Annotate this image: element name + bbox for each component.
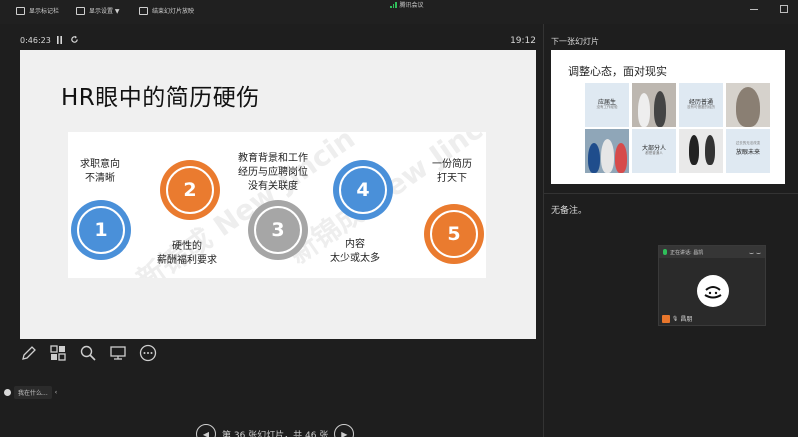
speaker-notes: 无备注。 — [551, 206, 588, 216]
bubble-number: 1 — [94, 219, 108, 241]
cell-subtitle: 都是普通人 — [645, 151, 663, 155]
cell-subtitle: 过去的无法改变 — [735, 141, 761, 145]
caption-line: 求职意向 — [80, 159, 120, 170]
speaker-video-tile[interactable]: 正在讲话: 昌凯 🎙 昌朋 — [658, 245, 766, 326]
caption-3: 教育背景和工作 经历与应聘岗位 没有关联度 — [238, 152, 308, 194]
audio-wave-icon — [749, 251, 761, 254]
speaking-status: 正在讲话: 昌凯 — [670, 249, 704, 256]
meeting-indicator[interactable]: 腾讯会议 — [390, 0, 424, 9]
slide-counter: 第 36 张幻灯片，共 46 张 — [222, 430, 329, 437]
photo-cell — [679, 129, 723, 173]
panel-divider — [543, 193, 798, 194]
caption-5: 一份简历 打天下 — [432, 158, 472, 186]
next-icon: ▶ — [341, 429, 348, 437]
caption-line: 经历与应聘岗位 — [238, 167, 308, 178]
caption-line: 一份简历 — [432, 159, 472, 170]
restore-icon[interactable] — [780, 5, 788, 13]
show-taskbar-button[interactable]: 显示标记栏 — [16, 6, 59, 15]
bubble-number: 4 — [356, 179, 370, 201]
clock: 19:12 — [510, 36, 536, 46]
bubble-number: 3 — [271, 219, 285, 241]
mic-icon: 🎙 — [672, 315, 679, 322]
taskbar-icon — [16, 6, 25, 15]
presenter-avatar-icon — [4, 388, 11, 396]
slides-grid-icon[interactable] — [49, 344, 67, 362]
grid-cell: 放眼未来 过去的无法改变 — [726, 129, 770, 173]
cell-title: 放眼未来 — [735, 149, 760, 156]
prev-slide-button[interactable]: ◀ — [196, 424, 216, 437]
next-slide-preview[interactable]: 调整心态，面对现实 应届生 没有工作经验 经历普通 没有可借鉴的经历 大部分人 … — [551, 50, 785, 184]
elapsed-time: 0:46:23 — [20, 36, 51, 45]
reset-icon[interactable] — [70, 35, 79, 46]
caption-line: 没有关联度 — [248, 181, 298, 192]
cell-subtitle: 没有可借鉴的经历 — [687, 105, 715, 109]
next-slide-grid: 应届生 没有工作经验 经历普通 没有可借鉴的经历 大部分人 都是普通人 放眼未来… — [585, 83, 770, 174]
bubble-4: 4 — [333, 160, 393, 220]
next-slide-title: 调整心态，面对现实 — [568, 65, 667, 78]
minimize-icon[interactable] — [750, 5, 758, 10]
bubble-number: 5 — [447, 223, 461, 245]
presenter-label: 我在什么... — [14, 385, 52, 399]
cell-subtitle: 没有工作经验 — [596, 105, 618, 109]
bubble-5: 5 — [424, 204, 484, 264]
signal-icon — [390, 1, 397, 8]
photo-cell — [726, 83, 770, 127]
window-controls — [750, 5, 788, 13]
current-slide[interactable]: HR眼中的简历硬伤 新锦成 New Jincin 新锦成 New Jincin … — [20, 50, 536, 339]
mic-icon — [663, 249, 667, 255]
grid-cell: 经历普通 没有可借鉴的经历 — [679, 83, 723, 127]
caption-line: 教育背景和工作 — [238, 153, 308, 164]
panel-divider — [543, 24, 544, 437]
bubble-1: 1 — [71, 200, 131, 260]
display-settings-button[interactable]: 显示设置 ▼ — [76, 6, 120, 15]
caption-4: 内容 太少或太多 — [330, 238, 380, 266]
bubble-number: 2 — [183, 179, 197, 201]
pen-icon[interactable] — [20, 344, 38, 362]
grid-cell: 大部分人 都是普通人 — [632, 129, 676, 173]
next-slide-label: 下一张幻灯片 — [551, 37, 599, 46]
slide-tools — [20, 344, 180, 364]
speaking-bar: 正在讲话: 昌凯 — [659, 246, 765, 258]
grid-cell: 应届生 没有工作经验 — [585, 83, 629, 127]
end-slideshow-button[interactable]: 结束幻灯片放映 — [139, 6, 194, 15]
bubble-3: 3 — [248, 200, 308, 260]
caption-line: 打天下 — [437, 173, 467, 184]
slide-graphic: 新锦成 New Jincin 新锦成 New Jincin 1 2 3 4 5 … — [68, 132, 486, 278]
bubble-2: 2 — [160, 160, 220, 220]
show-taskbar-label: 显示标记栏 — [29, 8, 60, 15]
photo-cell — [632, 83, 676, 127]
screen-icon[interactable] — [109, 344, 127, 362]
user-icon — [662, 314, 670, 323]
participant-name: 🎙 昌朋 — [662, 314, 692, 323]
slide-navigation: ◀ 第 36 张幻灯片，共 46 张 ▶ — [196, 424, 360, 437]
display-settings-label: 显示设置 ▼ — [89, 8, 120, 15]
caption-1: 求职意向 不清晰 — [80, 158, 120, 186]
more-icon[interactable] — [139, 344, 157, 362]
caption-line: 薪酬福利要求 — [157, 255, 217, 266]
caption-line: 不清晰 — [85, 173, 115, 184]
participant-name-label: 昌朋 — [680, 316, 693, 323]
caption-line: 太少或太多 — [330, 253, 380, 264]
avatar — [697, 275, 729, 307]
pause-icon[interactable] — [56, 36, 63, 46]
presenter-chip[interactable]: 我在什么... ‹ — [4, 385, 57, 399]
zoom-icon[interactable] — [79, 344, 97, 362]
top-toolbar: 显示标记栏 显示设置 ▼ 结束幻灯片放映 腾讯会议 — [0, 0, 798, 24]
end-slideshow-label: 结束幻灯片放映 — [152, 8, 195, 15]
meeting-name: 腾讯会议 — [399, 2, 424, 9]
photo-cell — [585, 129, 629, 173]
next-slide-button[interactable]: ▶ — [334, 424, 355, 437]
caption-line: 内容 — [345, 239, 365, 250]
end-show-icon — [139, 6, 148, 15]
chevron-left-icon[interactable]: ‹ — [55, 389, 57, 396]
slide-title: HR眼中的简历硬伤 — [61, 85, 260, 111]
caption-2: 硬性的 薪酬福利要求 — [157, 240, 217, 268]
prev-icon: ◀ — [202, 429, 210, 437]
display-icon — [76, 6, 85, 15]
caption-line: 硬性的 — [172, 241, 202, 252]
